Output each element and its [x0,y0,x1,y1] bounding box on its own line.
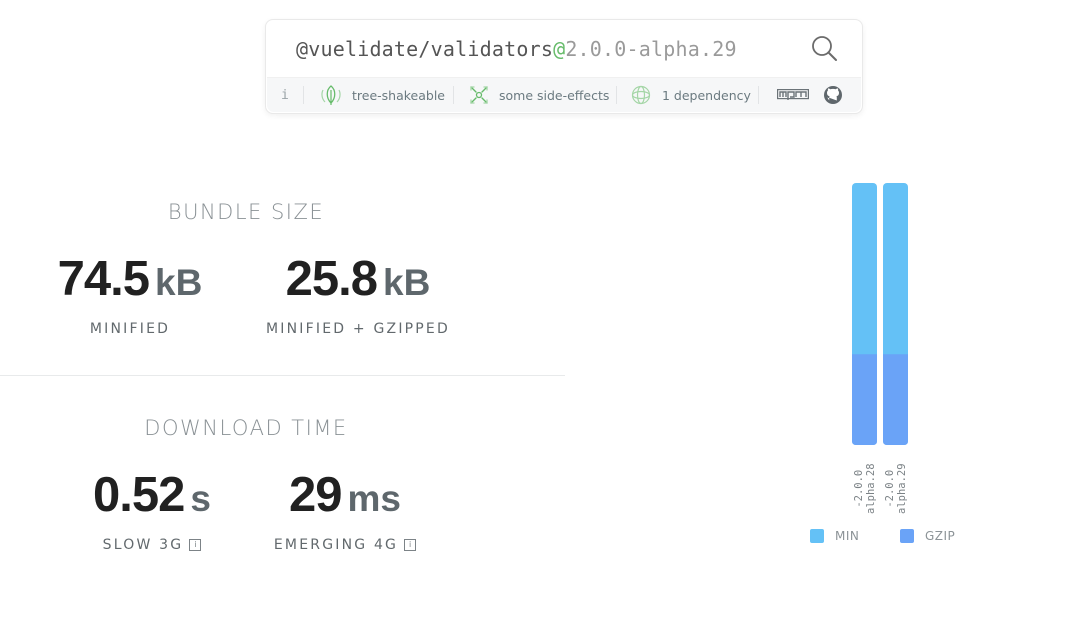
legend-min: MIN [810,529,859,543]
legend-gzip: GZIP [900,529,955,543]
legend-min-swatch [810,529,824,543]
version-size-chart [852,183,908,445]
category-label-2.0.0-alpha.29: -2.0.0 alpha.29 [884,463,908,514]
category-label-2.0.0-alpha.28: -2.0.0 alpha.28 [853,463,877,514]
legend-min-label: MIN [835,529,860,543]
legend-gzip-swatch [900,529,914,543]
bar-gzip-2.0.0-alpha.28[interactable] [852,354,877,445]
bar-gzip-2.0.0-alpha.29[interactable] [883,354,908,445]
legend-gzip-label: GZIP [925,529,956,543]
